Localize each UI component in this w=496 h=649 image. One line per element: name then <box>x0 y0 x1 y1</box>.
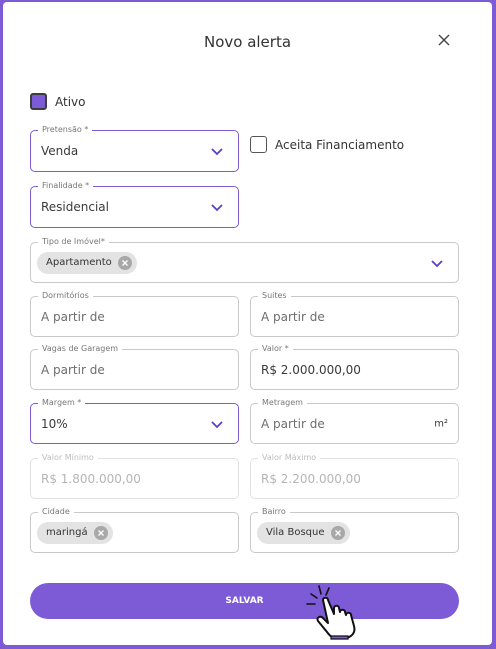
finalidade-label: Finalidade * <box>38 180 94 192</box>
pretensao-select[interactable]: Pretensão * Venda <box>30 124 239 172</box>
ativo-label: Ativo <box>55 94 86 109</box>
metragem-placeholder: A partir de <box>261 416 325 431</box>
cidade-label: Cidade <box>38 506 74 518</box>
chip-label: Apartamento <box>46 257 112 268</box>
chip-label: Vila Bosque <box>266 527 325 538</box>
suites-label: Suites <box>258 290 291 302</box>
valor-maximo-value: R$ 2.200.000,00 <box>261 471 361 486</box>
chip-apartamento: Apartamento <box>37 251 137 274</box>
metragem-field[interactable]: Metragem A partir de m² <box>250 397 459 444</box>
bairro-field[interactable]: Bairro Vila Bosque <box>250 506 459 553</box>
save-button[interactable]: SALVAR <box>30 583 459 619</box>
ativo-checkbox[interactable] <box>30 93 47 110</box>
valor-maximo-label: Valor Máximo <box>258 452 321 464</box>
margem-value: 10% <box>41 416 68 431</box>
dormitorios-field[interactable]: Dormitórios A partir de <box>30 290 239 337</box>
vagas-garagem-field[interactable]: Vagas de Garagem A partir de <box>30 343 239 390</box>
dormitorios-label: Dormitórios <box>38 290 93 302</box>
tipo-imovel-label: Tipo de Imóvel* <box>38 236 109 248</box>
vagas-garagem-placeholder: A partir de <box>41 362 105 377</box>
valor-value: R$ 2.000.000,00 <box>261 362 361 377</box>
valor-field[interactable]: Valor * R$ 2.000.000,00 <box>250 343 459 390</box>
vagas-garagem-label: Vagas de Garagem <box>38 343 123 355</box>
close-icon[interactable] <box>434 30 454 50</box>
dialog-title: Novo alerta <box>203 33 292 51</box>
chip-remove-icon[interactable] <box>93 525 108 540</box>
chip-remove-icon[interactable] <box>117 255 132 270</box>
valor-minimo-field: Valor Mínimo R$ 1.800.000,00 <box>30 452 239 499</box>
chevron-down-icon[interactable] <box>430 259 444 269</box>
cidade-field[interactable]: Cidade maringá <box>30 506 239 553</box>
finalidade-select[interactable]: Finalidade * Residencial <box>30 180 239 228</box>
ativo-checkbox-row[interactable]: Ativo <box>30 93 85 110</box>
suites-field[interactable]: Suites A partir de <box>250 290 459 337</box>
pointer-hand-icon <box>303 584 367 640</box>
suites-placeholder: A partir de <box>261 309 325 324</box>
pretensao-label: Pretensão * <box>38 124 93 136</box>
pretensao-value: Venda <box>41 144 79 158</box>
chevron-down-icon[interactable] <box>210 420 224 430</box>
bairro-label: Bairro <box>258 506 290 518</box>
finalidade-value: Residencial <box>41 200 109 214</box>
metragem-unit: m² <box>434 418 448 429</box>
chevron-down-icon[interactable] <box>210 147 224 157</box>
valor-label: Valor * <box>258 343 293 355</box>
chip-bairro: Vila Bosque <box>257 521 350 544</box>
metragem-label: Metragem <box>258 397 307 409</box>
chip-remove-icon[interactable] <box>330 525 345 540</box>
valor-minimo-value: R$ 1.800.000,00 <box>41 471 141 486</box>
dormitorios-placeholder: A partir de <box>41 309 105 324</box>
chevron-down-icon[interactable] <box>210 203 224 213</box>
valor-maximo-field: Valor Máximo R$ 2.200.000,00 <box>250 452 459 499</box>
chip-cidade: maringá <box>37 521 113 544</box>
new-alert-dialog: Novo alerta Ativo Pretensão * Venda Acei… <box>3 2 492 645</box>
margem-label: Margem * <box>38 397 86 409</box>
margem-select[interactable]: Margem * 10% <box>30 397 239 444</box>
aceita-financiamento-row[interactable]: Aceita Financiamento <box>250 136 404 153</box>
valor-minimo-label: Valor Mínimo <box>38 452 98 464</box>
aceita-financiamento-label: Aceita Financiamento <box>275 137 405 152</box>
tipo-imovel-select[interactable]: Tipo de Imóvel* Apartamento <box>30 236 459 283</box>
aceita-financiamento-checkbox[interactable] <box>250 136 267 153</box>
chip-label: maringá <box>46 527 88 538</box>
